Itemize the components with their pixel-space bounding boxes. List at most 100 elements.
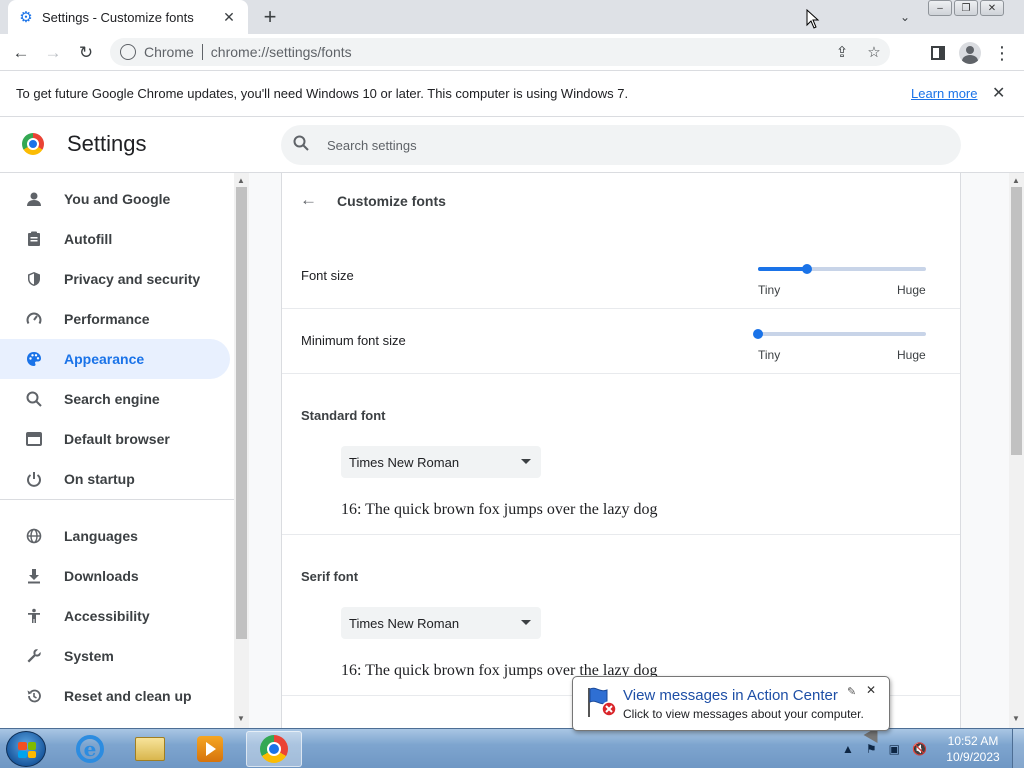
show-desktop-button[interactable] <box>1012 729 1024 768</box>
gear-icon: ⚙ <box>19 9 33 26</box>
infobar-close-icon[interactable]: ✕ <box>992 83 1005 103</box>
pin-icon[interactable]: ✎ <box>847 685 856 698</box>
sidebar-item-privacy[interactable]: Privacy and security <box>0 259 230 299</box>
chrome-site-icon <box>120 44 136 60</box>
learn-more-link[interactable]: Learn more <box>911 86 977 101</box>
row-divider <box>282 534 960 535</box>
address-url[interactable]: chrome://settings/fonts <box>211 44 352 60</box>
history-icon <box>24 686 44 706</box>
sidebar-item-on-startup[interactable]: On startup <box>0 459 230 499</box>
select-value: Times New Roman <box>349 615 460 631</box>
slider-knob[interactable] <box>801 264 812 274</box>
taskbar-file-explorer[interactable] <box>122 731 178 767</box>
menu-kebab-icon[interactable]: ⋮ <box>990 40 1014 66</box>
forward-arrow-icon[interactable]: → <box>40 40 66 66</box>
address-bar[interactable]: Chrome chrome://settings/fonts ⇪ ☆ <box>110 38 890 66</box>
sidebar-item-languages[interactable]: Languages <box>0 516 230 556</box>
standard-font-label: Standard font <box>301 408 386 423</box>
tab-strip: ⚙ Settings - Customize fonts ✕ + ⌄ – ❐ ✕ <box>0 0 1024 34</box>
font-size-label: Font size <box>301 268 354 283</box>
mouse-cursor-icon <box>806 9 820 29</box>
sidebar-item-accessibility[interactable]: Accessibility <box>0 596 230 636</box>
sidebar-item-you-and-google[interactable]: You and Google <box>0 179 230 219</box>
settings-header: Settings <box>0 117 1024 173</box>
tab-close-icon[interactable]: ✕ <box>220 8 238 26</box>
min-font-size-slider[interactable] <box>753 329 926 339</box>
start-button[interactable] <box>6 731 46 767</box>
sidebar-item-appearance[interactable]: Appearance <box>0 339 230 379</box>
sidebar-item-downloads[interactable]: Downloads <box>0 556 230 596</box>
side-panel-icon[interactable] <box>926 40 950 66</box>
windows-logo-icon <box>18 742 36 758</box>
scrollbar-thumb[interactable] <box>236 187 247 639</box>
tab-search-icon[interactable]: ⌄ <box>894 6 916 28</box>
slider-min-label: Tiny <box>758 283 781 297</box>
chrome-logo-icon <box>22 133 44 155</box>
tab-settings-fonts[interactable]: ⚙ Settings - Customize fonts ✕ <box>8 0 248 34</box>
sidebar-item-label: Reset and clean up <box>64 688 192 704</box>
balloon-close-icon[interactable]: ✕ <box>866 683 876 697</box>
shield-icon <box>24 269 44 289</box>
sidebar-item-system[interactable]: System <box>0 636 230 676</box>
update-infobar: To get future Google Chrome updates, you… <box>0 71 1024 117</box>
balloon-text: Click to view messages about your comput… <box>623 707 864 721</box>
taskbar-chrome[interactable] <box>246 731 302 767</box>
address-separator <box>201 44 203 60</box>
new-tab-button[interactable]: + <box>258 4 282 29</box>
bookmark-star-icon[interactable]: ☆ <box>858 43 890 61</box>
standard-font-sample: 16: The quick brown fox jumps over the l… <box>341 501 658 518</box>
taskbar-internet-explorer[interactable]: e <box>62 731 118 767</box>
volume-muted-icon[interactable]: 🔇 <box>912 742 927 756</box>
profile-avatar[interactable] <box>958 40 982 66</box>
close-window-button[interactable]: ✕ <box>980 0 1004 16</box>
standard-font-select[interactable]: Times New Roman <box>341 446 541 478</box>
font-size-slider[interactable] <box>758 264 926 274</box>
sidebar-item-search-engine[interactable]: Search engine <box>0 379 230 419</box>
minimize-button[interactable]: – <box>928 0 952 16</box>
sidebar-item-label: System <box>64 648 114 664</box>
gauge-icon <box>24 309 44 329</box>
serif-font-select[interactable]: Times New Roman <box>341 607 541 639</box>
scroll-up-arrow-icon[interactable]: ▲ <box>237 176 245 185</box>
share-icon[interactable]: ⇪ <box>826 43 858 61</box>
scroll-down-arrow-icon[interactable]: ▼ <box>237 714 245 723</box>
sidebar-item-label: Autofill <box>64 231 113 247</box>
min-font-size-label: Minimum font size <box>301 333 406 348</box>
sidebar-item-autofill[interactable]: Autofill <box>0 219 230 259</box>
show-hidden-icons-icon[interactable]: ▲ <box>842 742 854 756</box>
taskbar-media-player[interactable] <box>182 731 238 767</box>
wrench-icon <box>24 646 44 666</box>
sidebar-scrollbar[interactable]: ▲ ▼ <box>234 173 249 728</box>
internet-explorer-icon: e <box>76 735 104 763</box>
sidebar-item-label: Languages <box>64 528 138 544</box>
action-center-balloon[interactable]: View messages in Action Center Click to … <box>572 676 890 731</box>
search-box[interactable] <box>281 125 961 165</box>
scrollbar-thumb[interactable] <box>1011 187 1022 455</box>
scroll-up-arrow-icon[interactable]: ▲ <box>1012 176 1020 185</box>
palette-icon <box>24 349 44 369</box>
slider-fill <box>758 267 807 271</box>
reload-icon[interactable]: ↻ <box>73 40 99 66</box>
slider-knob[interactable] <box>753 329 763 339</box>
search-input[interactable] <box>327 137 887 153</box>
clipboard-icon <box>24 229 44 249</box>
sidebar-divider <box>0 499 234 500</box>
back-arrow-icon[interactable]: ← <box>8 40 34 66</box>
select-value: Times New Roman <box>349 454 460 470</box>
restore-button[interactable]: ❐ <box>954 0 978 16</box>
main-scrollbar[interactable]: ▲ ▼ <box>1009 173 1024 728</box>
network-icon[interactable]: ▣ <box>889 742 900 756</box>
sidebar-item-performance[interactable]: Performance <box>0 299 230 339</box>
settings-sidebar: You and Google Autofill Privacy and secu… <box>0 173 234 728</box>
chevron-down-icon <box>521 459 531 464</box>
back-arrow-icon[interactable]: ← <box>300 190 317 210</box>
media-player-icon <box>197 736 223 762</box>
clock[interactable]: 10:52 AM 10/9/2023 <box>940 733 1006 765</box>
scroll-down-arrow-icon[interactable]: ▼ <box>1012 714 1020 723</box>
folder-icon <box>135 737 165 761</box>
avatar <box>959 42 981 64</box>
sidebar-item-default-browser[interactable]: Default browser <box>0 419 230 459</box>
sidebar-item-reset[interactable]: Reset and clean up <box>0 676 230 716</box>
browser-toolbar: ← → ↻ Chrome chrome://settings/fonts ⇪ ☆… <box>0 34 1024 71</box>
address-chip: Chrome <box>144 44 194 60</box>
